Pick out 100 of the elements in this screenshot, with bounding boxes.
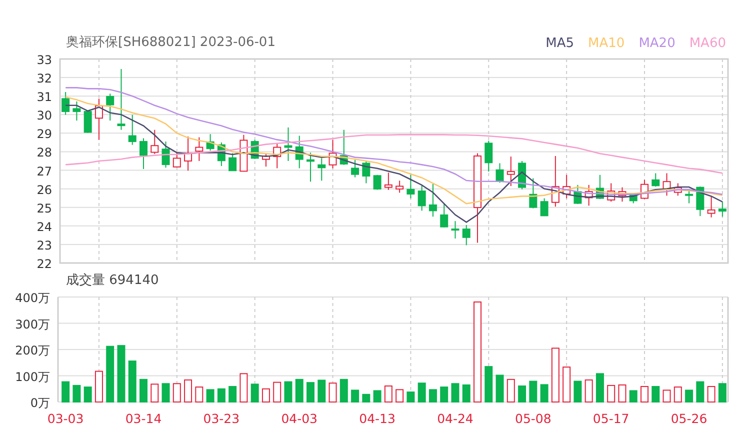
candlestick	[652, 172, 660, 188]
volume-bar	[584, 379, 593, 402]
candlestick	[596, 174, 604, 200]
volume-bar	[62, 381, 70, 402]
legend-label: MA20	[638, 36, 676, 51]
candlestick	[195, 136, 204, 162]
volume-bar	[94, 370, 103, 402]
volume-bar	[295, 378, 304, 402]
volume-bar	[262, 388, 270, 402]
volume-bar	[496, 374, 504, 402]
candlestick	[162, 141, 170, 168]
axis-label: 300万	[15, 317, 50, 332]
candlestick	[373, 174, 382, 190]
date-label: 04-03	[281, 411, 318, 426]
candlestick	[117, 68, 126, 130]
volume-bar	[451, 383, 460, 402]
axis-label: 24	[36, 220, 52, 234]
volume-bar	[206, 389, 214, 402]
candlestick	[262, 153, 270, 168]
candlestick	[618, 186, 626, 202]
axis-label: 31	[36, 90, 52, 104]
axis-label: 400万	[15, 291, 50, 305]
volume-bar	[84, 386, 92, 402]
axis-label: 29	[36, 127, 52, 142]
candlestick	[562, 174, 571, 199]
date-label: 05-17	[592, 411, 630, 426]
axis-label: 27	[36, 164, 52, 178]
candlestick	[540, 198, 548, 217]
candlestick	[696, 186, 704, 217]
volume-bar	[150, 384, 159, 402]
legend-label: MA10	[588, 36, 625, 51]
candlestick	[306, 152, 314, 182]
candlestick	[685, 188, 694, 204]
candlestick	[84, 110, 92, 134]
volume-bar	[195, 386, 204, 402]
stock-title: 奥福环保[SH688021] 2023-06-01	[66, 34, 276, 52]
candlestick	[284, 126, 292, 162]
volume-bar	[540, 384, 548, 402]
volume-bar	[228, 386, 237, 402]
candlestick	[106, 93, 114, 122]
axis-label: 33	[36, 53, 52, 67]
candlestick	[496, 162, 504, 184]
candlestick	[396, 180, 404, 194]
volume-bar	[117, 345, 126, 402]
axis-label: 26	[36, 182, 52, 197]
volume-bar	[106, 346, 114, 402]
candlestick	[340, 129, 348, 166]
candlestick	[418, 185, 426, 212]
date-label: 03-03	[47, 411, 84, 426]
candlestick	[574, 184, 582, 205]
candlestick	[140, 138, 148, 170]
candlestick	[718, 201, 726, 218]
candlestick	[206, 134, 214, 152]
volume-bar	[596, 373, 604, 402]
axis-label: 22	[36, 257, 52, 270]
volume-bar	[273, 382, 282, 402]
candlestick	[506, 156, 515, 187]
volume-bar	[406, 392, 415, 402]
volume-bar	[172, 383, 181, 402]
volume-bar	[574, 380, 582, 402]
candlestick	[328, 139, 337, 169]
volume-bar	[240, 373, 248, 402]
volume-title: 成交量 694140	[66, 272, 159, 289]
candlestick	[318, 158, 326, 182]
candlestick	[551, 156, 560, 208]
date-label: 04-13	[359, 411, 396, 426]
date-label: 03-23	[203, 411, 240, 426]
candlestick	[518, 160, 526, 190]
candlestick	[128, 114, 136, 146]
volume-bar	[162, 383, 170, 402]
volume-bar	[328, 382, 337, 402]
candlestick	[217, 142, 226, 166]
axis-label: 25	[36, 201, 52, 216]
candlestick	[295, 135, 304, 169]
volume-bar	[128, 360, 136, 402]
candlestick	[451, 220, 460, 240]
volume-bar	[640, 386, 648, 402]
legend-label: MA5	[546, 36, 574, 51]
candlestick	[240, 134, 248, 172]
candlestick	[529, 178, 538, 209]
volume-bar	[685, 390, 694, 402]
date-label: 03-14	[125, 411, 162, 426]
candlestick	[384, 172, 392, 190]
volume-bar	[72, 384, 81, 402]
candlestick	[362, 161, 370, 184]
candlestick	[662, 172, 671, 196]
volume-bar	[629, 390, 638, 402]
volume-bar	[607, 384, 616, 402]
candlestick	[607, 182, 616, 202]
volume-bar	[351, 390, 360, 402]
candlestick	[94, 98, 103, 140]
candlestick	[484, 140, 493, 172]
candlestick	[351, 159, 360, 178]
volume-bar	[396, 389, 404, 402]
volume-bar	[618, 384, 626, 402]
volume-bar	[506, 378, 515, 402]
axis-label: 200万	[15, 344, 50, 358]
candlestick	[584, 184, 593, 206]
candlestick	[462, 224, 470, 246]
volume-bar	[184, 379, 192, 402]
